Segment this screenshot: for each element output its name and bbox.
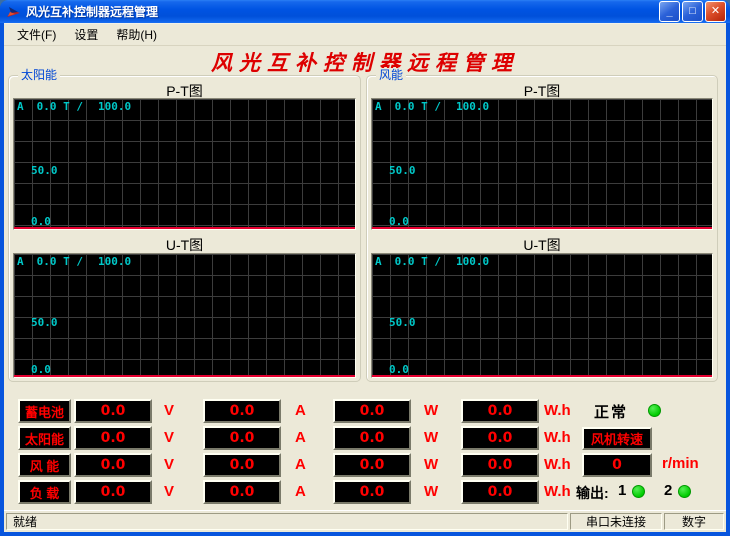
output-1-number: 1 xyxy=(618,482,626,499)
page-title: 风光互补控制器远程管理 xyxy=(4,47,726,77)
wind-ut-scale: A0.0 T /100.0 xyxy=(375,256,489,268)
load-voltage-unit: V xyxy=(164,483,174,500)
wind-label: 风 能 xyxy=(18,453,71,477)
solar-current-unit: A xyxy=(295,429,306,446)
wind-current-display: 0.0 xyxy=(203,453,281,477)
wind-power-display: 0.0 xyxy=(333,453,411,477)
battery-voltage-unit: V xyxy=(164,402,174,419)
solar-ut-x-axis xyxy=(14,375,355,377)
wind-power-unit: W xyxy=(424,456,438,473)
battery-energy-unit: W.h xyxy=(544,402,571,419)
load-row: 负 载 0.0 V 0.0 A 0.0 W 0.0 W.h 输出: 1 2 xyxy=(4,480,726,505)
battery-energy-display: 0.0 xyxy=(461,399,539,423)
load-power-unit: W xyxy=(424,483,438,500)
solar-voltage-display: 0.0 xyxy=(74,426,152,450)
load-energy-display: 0.0 xyxy=(461,480,539,504)
fan-speed-display: 0 xyxy=(582,453,652,477)
app-window: 风光互补控制器远程管理 _ □ ✕ 文件(F) 设置 帮助(H) 风光互补控制器… xyxy=(0,0,730,536)
minimize-button[interactable]: _ xyxy=(659,1,680,22)
load-voltage-display: 0.0 xyxy=(74,480,152,504)
solar-row: 太阳能 0.0 V 0.0 A 0.0 W 0.0 W.h 风机转速 xyxy=(4,426,726,451)
menu-item-settings[interactable]: 设置 xyxy=(65,24,107,45)
menu-item-help[interactable]: 帮助(H) xyxy=(107,24,166,45)
status-mode-text: 数字 xyxy=(664,513,724,530)
wind-pt-x-axis xyxy=(372,227,712,229)
wind-ut-ymid-label: 50.0 xyxy=(389,317,416,329)
window-controls: _ □ ✕ xyxy=(659,1,726,22)
load-current-unit: A xyxy=(295,483,306,500)
close-button[interactable]: ✕ xyxy=(705,1,726,22)
solar-ut-ymid-label: 50.0 xyxy=(31,317,58,329)
battery-power-display: 0.0 xyxy=(333,399,411,423)
solar-pt-x-axis xyxy=(14,227,355,229)
battery-row: 蓄电池 0.0 V 0.0 A 0.0 W 0.0 W.h 正常 xyxy=(4,399,726,424)
app-icon xyxy=(6,4,22,20)
wind-voltage-display: 0.0 xyxy=(74,453,152,477)
wind-current-unit: A xyxy=(295,456,306,473)
wind-pt-ymid-label: 50.0 xyxy=(389,165,416,177)
system-normal-led xyxy=(648,404,661,417)
load-label: 负 载 xyxy=(18,480,71,504)
solar-ut-chart: A0.0 T /100.0 50.0 0.0 xyxy=(13,253,356,378)
solar-ut-scale: A0.0 T /100.0 xyxy=(17,256,131,268)
wind-group-box: 风能 P-T图 A0.0 T /100.0 50.0 0.0 U-T图 A0.0… xyxy=(366,75,718,382)
title-bar[interactable]: 风光互补控制器远程管理 _ □ ✕ xyxy=(0,0,730,23)
output-1-led xyxy=(632,485,645,498)
battery-current-display: 0.0 xyxy=(203,399,281,423)
window-body: 文件(F) 设置 帮助(H) 风光互补控制器远程管理 太阳能 P-T图 A0.0… xyxy=(4,23,726,532)
status-serial-text: 串口未连接 xyxy=(570,513,662,530)
solar-group-box: 太阳能 P-T图 A0.0 T /100.0 50.0 0.0 U-T图 A0.… xyxy=(8,75,361,382)
readings-panel: 蓄电池 0.0 V 0.0 A 0.0 W 0.0 W.h 正常 太阳能 0.0… xyxy=(4,399,726,511)
battery-current-unit: A xyxy=(295,402,306,419)
solar-pt-chart: A0.0 T /100.0 50.0 0.0 xyxy=(13,98,356,230)
window-title: 风光互补控制器远程管理 xyxy=(26,3,659,20)
solar-energy-display: 0.0 xyxy=(461,426,539,450)
solar-power-unit: W xyxy=(424,429,438,446)
solar-pt-ymid-label: 50.0 xyxy=(31,165,58,177)
status-ready-text: 就绪 xyxy=(6,513,568,530)
maximize-button[interactable]: □ xyxy=(682,1,703,22)
fan-speed-label: 风机转速 xyxy=(582,427,652,450)
load-energy-unit: W.h xyxy=(544,483,571,500)
wind-energy-unit: W.h xyxy=(544,456,571,473)
load-current-display: 0.0 xyxy=(203,480,281,504)
solar-power-display: 0.0 xyxy=(333,426,411,450)
menu-item-file[interactable]: 文件(F) xyxy=(8,24,65,45)
client-area: 风光互补控制器远程管理 太阳能 P-T图 A0.0 T /100.0 50.0 … xyxy=(4,46,726,510)
output-2-number: 2 xyxy=(664,482,672,499)
solar-ut-chart-title: U-T图 xyxy=(9,235,360,255)
battery-voltage-display: 0.0 xyxy=(74,399,152,423)
fan-speed-unit: r/min xyxy=(662,455,699,472)
output-2-led xyxy=(678,485,691,498)
wind-pt-chart: A0.0 T /100.0 50.0 0.0 xyxy=(371,98,713,230)
load-power-display: 0.0 xyxy=(333,480,411,504)
output-label: 输出: xyxy=(576,483,609,503)
solar-current-display: 0.0 xyxy=(203,426,281,450)
wind-energy-display: 0.0 xyxy=(461,453,539,477)
status-bar: 就绪 串口未连接 数字 xyxy=(4,510,726,532)
battery-power-unit: W xyxy=(424,402,438,419)
wind-row: 风 能 0.0 V 0.0 A 0.0 W 0.0 W.h 0 r/min xyxy=(4,453,726,478)
solar-label: 太阳能 xyxy=(18,426,71,450)
solar-energy-unit: W.h xyxy=(544,429,571,446)
wind-ut-x-axis xyxy=(372,375,712,377)
solar-voltage-unit: V xyxy=(164,429,174,446)
wind-pt-scale: A0.0 T /100.0 xyxy=(375,101,489,113)
solar-pt-scale: A0.0 T /100.0 xyxy=(17,101,131,113)
battery-label: 蓄电池 xyxy=(18,399,71,423)
menu-bar: 文件(F) 设置 帮助(H) xyxy=(4,24,726,46)
system-normal-label: 正常 xyxy=(594,401,628,422)
solar-group-label: 太阳能 xyxy=(18,68,60,82)
wind-group-label: 风能 xyxy=(376,68,406,82)
wind-ut-chart: A0.0 T /100.0 50.0 0.0 xyxy=(371,253,713,378)
wind-voltage-unit: V xyxy=(164,456,174,473)
wind-ut-chart-title: U-T图 xyxy=(367,235,717,255)
